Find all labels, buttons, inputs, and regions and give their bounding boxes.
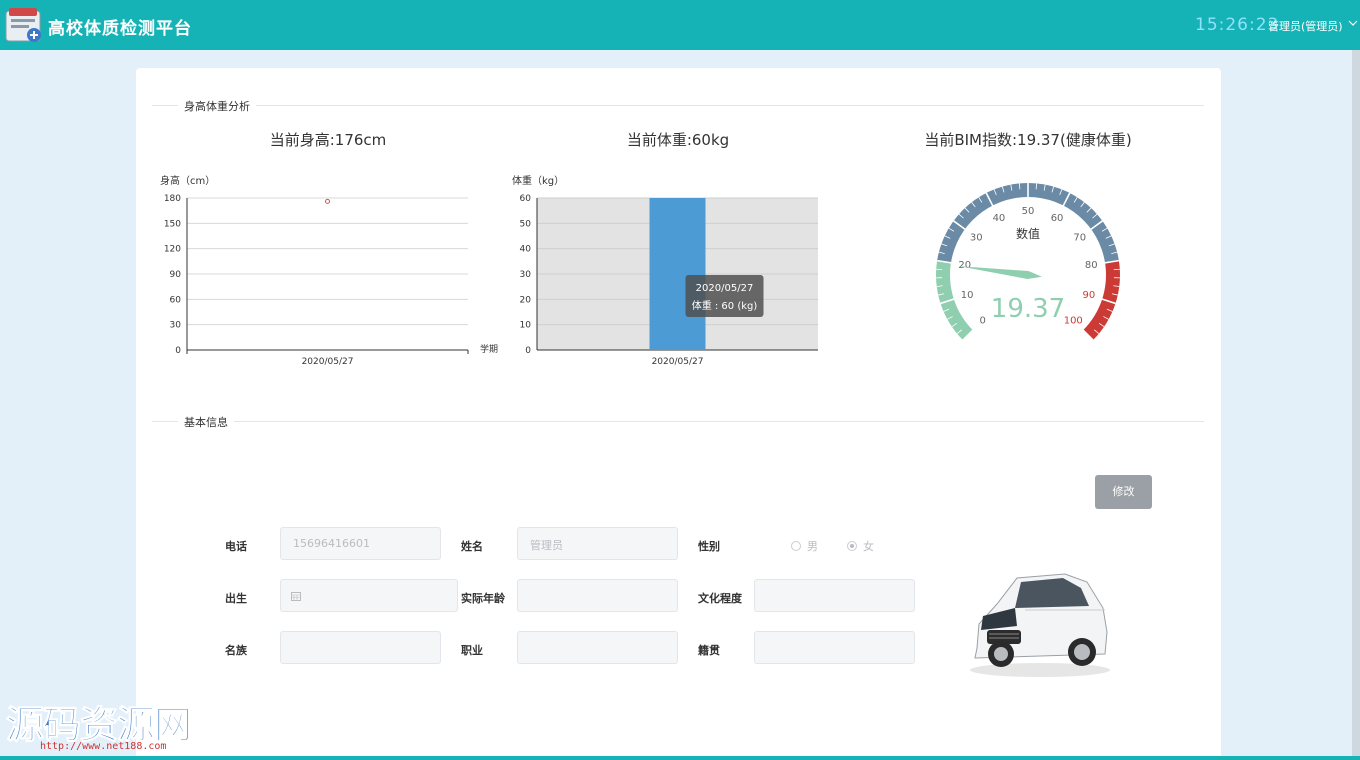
education-field[interactable] [754,579,915,612]
section-divider [152,421,1204,422]
gauge-tick-label: 40 [993,213,1006,224]
y-tick-label: 60 [170,295,182,305]
gauge-tick-label: 60 [1051,213,1064,224]
gauge-tick-label: 0 [980,315,986,326]
y-tick-label: 90 [170,270,182,280]
y-tick-label: 0 [525,346,531,356]
origin-field[interactable] [754,631,915,664]
gauge-title: 数值 [1016,226,1040,241]
phone-field[interactable]: 15696416601 [280,527,441,560]
gauge-tick-label: 80 [1085,260,1098,271]
gauge-tick-label: 10 [961,290,974,301]
gender-male-label: 男 [807,540,818,553]
bmi-metric: 当前BIM指数:19.37(健康体重) [924,131,1132,149]
y-tick-label: 120 [164,245,181,255]
car-image [970,573,1110,677]
y-axis-label: 体重（kg） [512,174,564,187]
x-tick-label: 2020/05/27 [302,357,354,367]
tooltip-text: 体重 : 60 (kg) [692,299,758,312]
height-chart: 身高（cm） 0 30 60 90 120 150 180 2020/05/27 学期 [160,174,498,367]
gauge-tick [1018,183,1021,190]
y-tick-label: 50 [520,219,532,229]
y-tick-label: 60 [520,194,532,204]
watermark-url: http://www.net188.com [40,741,167,752]
y-axis-label: 身高（cm） [160,174,215,187]
y-tick-label: 40 [520,245,532,255]
gauge-tick [1035,183,1038,190]
job-label: 职业 [461,644,483,657]
chevron-down-icon[interactable] [1348,18,1358,28]
bottom-bar [0,756,1360,760]
app-title: 高校体质检测平台 [48,19,192,39]
y-tick-label: 30 [170,321,182,331]
gender-female-label: 女 [863,540,874,553]
top-bar: 高校体质检测平台 15:26:23 管理员(管理员) [0,0,1360,50]
y-tick-label: 0 [175,346,181,356]
y-tick-label: 180 [164,194,181,204]
scrollbar[interactable] [1352,50,1360,760]
age-field[interactable] [517,579,678,612]
radio-checked-icon [847,541,857,551]
y-tick-label: 30 [520,270,532,280]
data-point [325,198,330,204]
weight-chart: 体重（kg） 0 10 20 30 40 50 60 2020/05/27 2020/05/27 体… [512,174,818,367]
section-divider [152,105,1204,106]
app-logo-icon [5,8,41,42]
gender-label: 性别 [698,540,720,553]
tooltip-title: 2020/05/27 [696,283,754,294]
weight-metric: 当前体重:60kg [626,131,730,149]
origin-label: 籍贯 [698,644,720,657]
bmi-gauge: 0 10 20 30 40 50 60 70 80 90 100 数值 19.37 [936,182,1120,341]
gauge-tick-label: 30 [970,232,983,243]
gauge-tick-label: 50 [1022,206,1035,217]
x-tick-label: 2020/05/27 [652,357,704,367]
y-tick-label: 150 [164,219,181,229]
age-label: 实际年龄 [461,592,505,605]
section-title-analysis: 身高体重分析 [178,98,256,114]
name-label: 姓名 [461,540,483,553]
calendar-icon [291,592,301,601]
gender-male-radio[interactable]: 男 [791,538,818,554]
edit-button[interactable]: 修改 [1095,475,1152,509]
gauge-tick-label: 100 [1064,315,1083,326]
clock: 15:26:23 [1195,15,1280,35]
bar [649,198,706,350]
gauge-tick-label: 90 [1083,290,1096,301]
y-tick-label: 20 [520,295,532,305]
phone-label: 电话 [225,540,247,553]
x-axis-label: 学期 [480,343,498,355]
job-field[interactable] [517,631,678,664]
y-tick-label: 10 [520,321,532,331]
gauge-value-label: 19.37 [991,294,1065,324]
gauge-tick-label: 70 [1073,232,1086,243]
gauge-needle [958,266,1042,279]
gauge-tick-label: 20 [958,260,971,271]
gender-female-radio[interactable]: 女 [847,538,874,554]
radio-icon [791,541,801,551]
birth-label: 出生 [225,592,247,605]
ethnicity-label: 名族 [225,644,247,657]
birth-date-field[interactable] [280,579,458,612]
section-title-basic-info: 基本信息 [178,414,234,430]
user-menu[interactable]: 管理员(管理员) [1268,18,1343,34]
education-label: 文化程度 [698,592,742,605]
name-field[interactable]: 管理员 [517,527,678,560]
height-metric: 当前身高:176cm [269,131,387,149]
ethnicity-field[interactable] [280,631,441,664]
